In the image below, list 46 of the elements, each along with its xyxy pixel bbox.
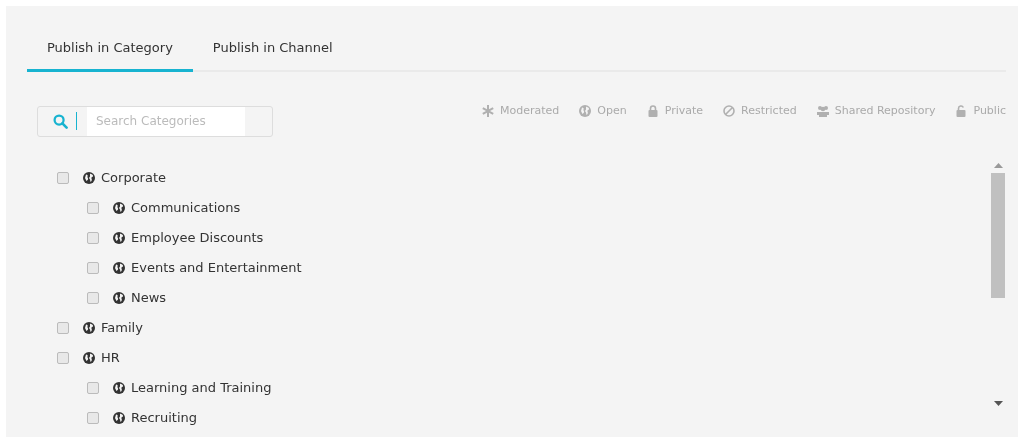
legend-label: Private — [664, 102, 704, 119]
globe-icon — [83, 351, 95, 364]
checkbox[interactable] — [57, 321, 69, 334]
category-label[interactable]: Employee Discounts — [131, 227, 264, 248]
checkbox[interactable] — [57, 171, 69, 184]
category-label[interactable]: HR — [101, 347, 120, 368]
category-label[interactable]: Communications — [131, 197, 241, 218]
globe-icon — [113, 411, 125, 424]
globe-icon — [113, 261, 125, 274]
scroll-up-icon[interactable] — [993, 162, 1003, 168]
legend-label: Moderated — [500, 102, 560, 119]
checkbox[interactable] — [87, 381, 99, 394]
checkbox[interactable] — [57, 351, 69, 364]
globe-icon — [113, 201, 125, 214]
legend-label: Shared Repository — [834, 102, 936, 119]
checkbox[interactable] — [87, 411, 99, 424]
scrollbar-thumb[interactable] — [991, 172, 1005, 298]
globe-icon — [113, 381, 125, 394]
globe-icon — [579, 104, 592, 117]
category-label[interactable]: Corporate — [101, 167, 166, 188]
globe-icon — [83, 171, 95, 184]
category-label[interactable]: Recruiting — [131, 407, 197, 428]
ban-icon — [723, 104, 736, 117]
unlocked-icon — [955, 104, 968, 117]
checkbox[interactable] — [87, 261, 99, 274]
search-icon — [53, 113, 68, 129]
checkbox[interactable] — [87, 291, 99, 304]
category-label[interactable]: Events and Entertainment — [131, 257, 302, 278]
search-field[interactable]: Search Categories — [37, 105, 273, 137]
scroll-down-icon[interactable] — [993, 400, 1003, 406]
lock-icon — [646, 104, 659, 117]
category-label[interactable]: News — [131, 287, 167, 308]
group-icon — [816, 104, 829, 117]
category-label[interactable]: Family — [101, 317, 143, 338]
checkbox[interactable] — [87, 231, 99, 244]
globe-icon — [83, 321, 95, 334]
asterisk-icon — [482, 104, 494, 117]
legend-label: Restricted — [741, 102, 797, 119]
tab[interactable]: Publish in Category — [27, 28, 193, 72]
legend-label: Public — [973, 102, 1006, 119]
globe-icon — [113, 291, 125, 304]
category-label[interactable]: Learning and Training — [131, 377, 272, 398]
tab[interactable]: Publish in Channel — [192, 28, 353, 72]
legend-label: Open — [597, 102, 627, 119]
globe-icon — [113, 231, 125, 244]
checkbox[interactable] — [87, 201, 99, 214]
